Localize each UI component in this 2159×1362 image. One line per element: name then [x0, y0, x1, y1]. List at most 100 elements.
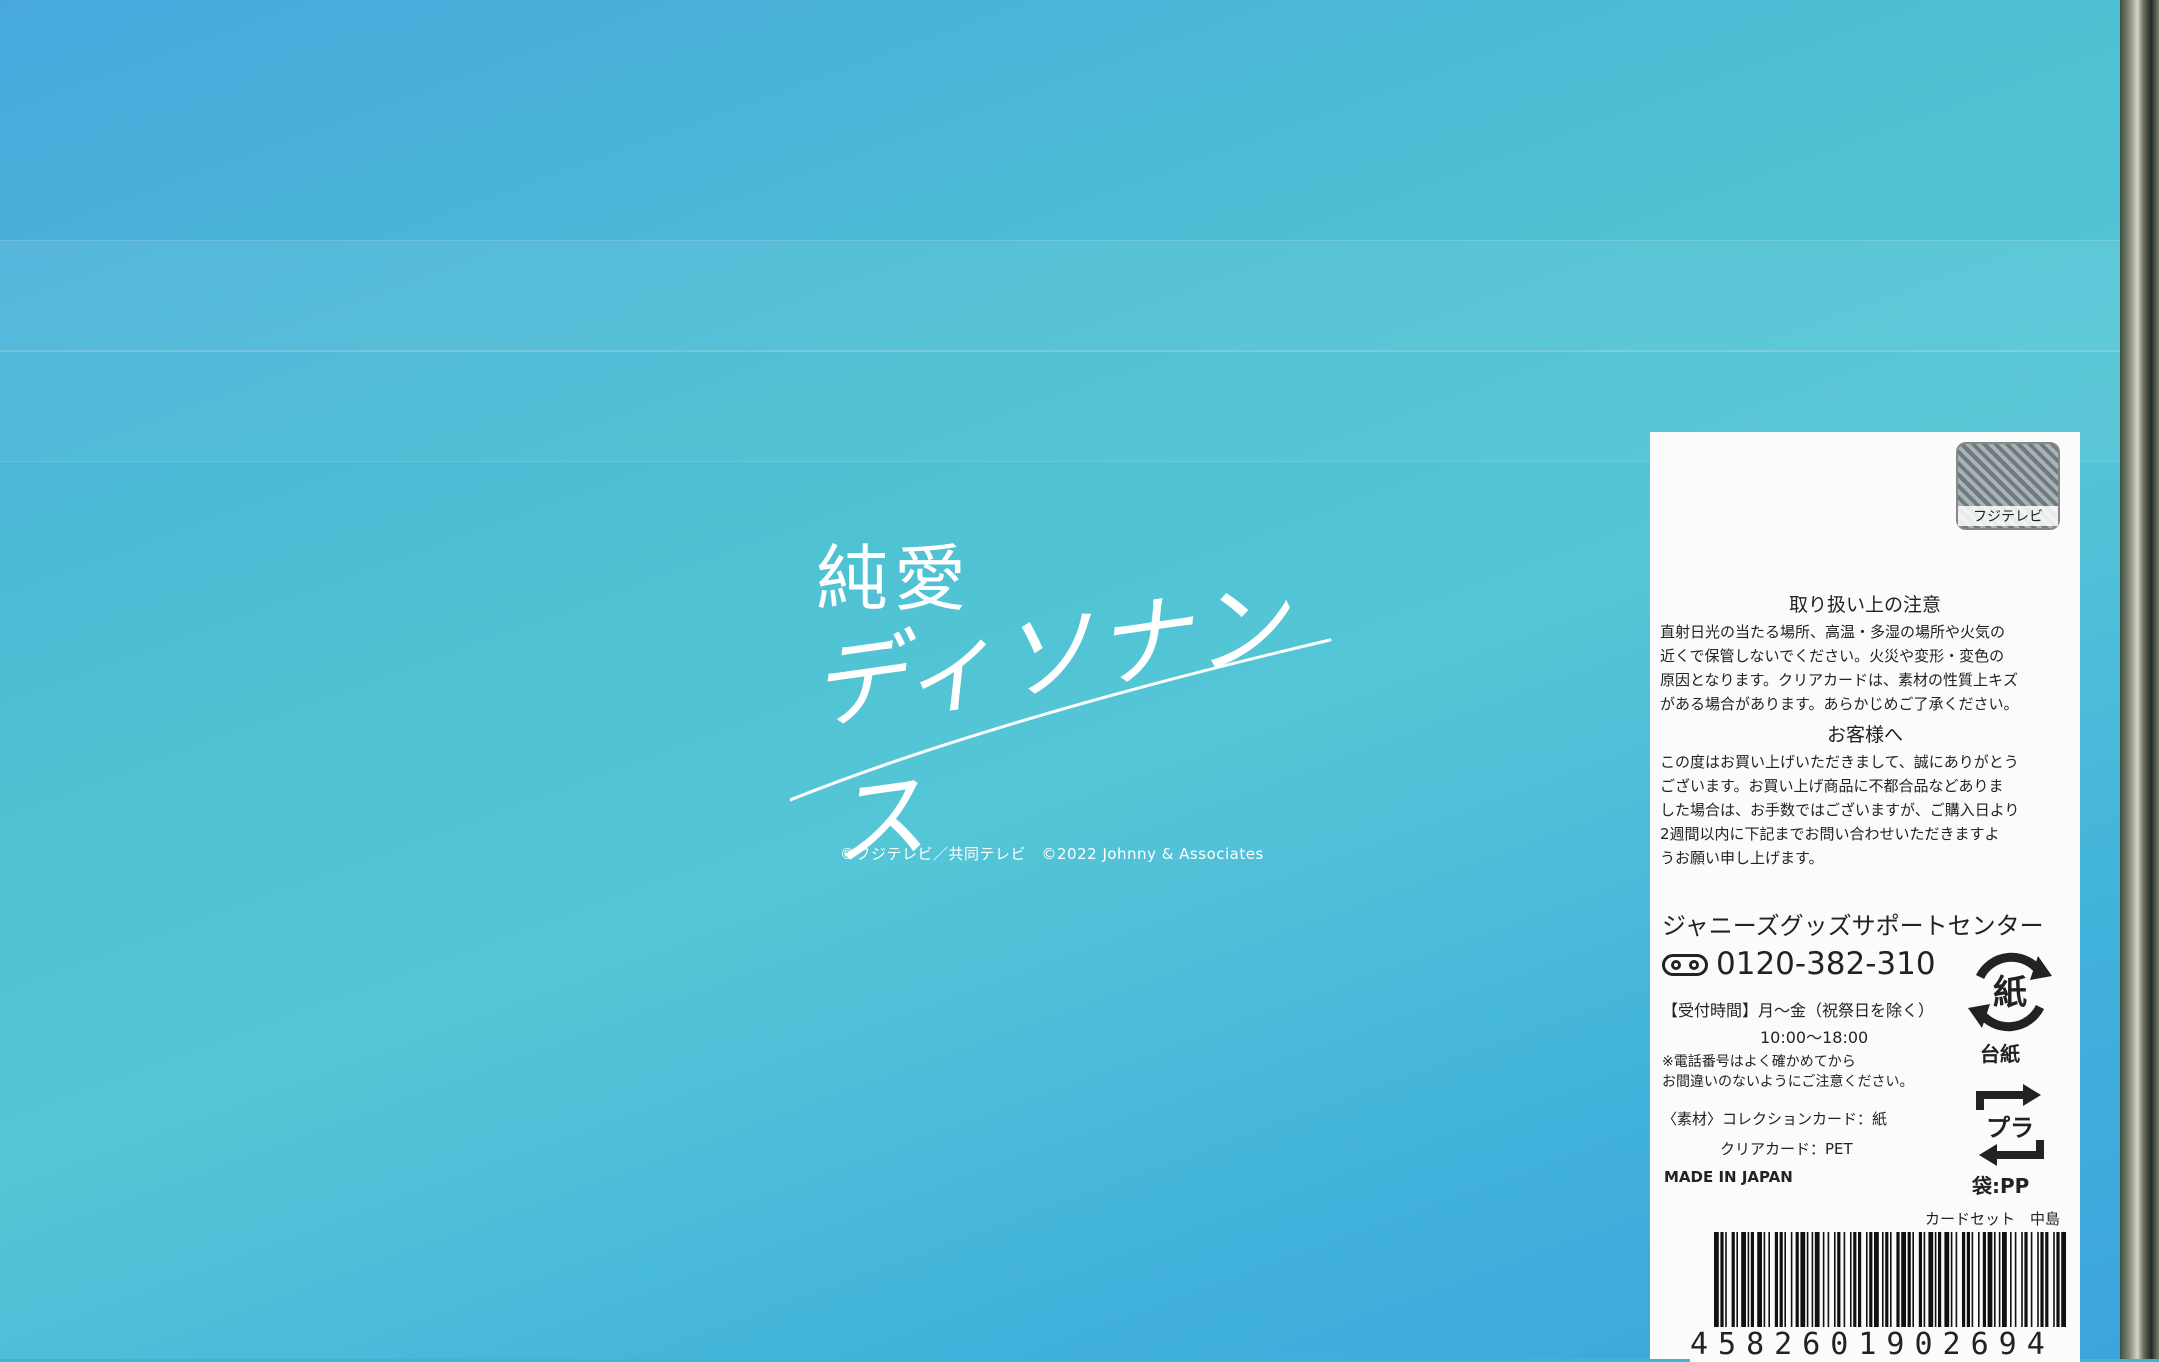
barcode-bar: [1938, 1232, 1942, 1342]
barcode-bar: [1800, 1232, 1806, 1342]
barcode-bar: [1912, 1232, 1914, 1342]
barcode-bar: [1736, 1232, 1738, 1342]
barcode-bar: [1962, 1232, 1966, 1342]
barcode-bar: [1741, 1232, 1746, 1342]
barcode-bar: [1725, 1232, 1727, 1342]
barcode-bar: [1928, 1232, 1934, 1342]
barcode-bar: [2014, 1232, 2017, 1342]
barcode-bar: [2010, 1232, 2012, 1342]
barcode-bar: [2030, 1232, 2033, 1342]
barcode-bar: [1853, 1232, 1857, 1342]
barcode-bar: [1987, 1232, 1993, 1342]
barcode-bar: [1822, 1232, 1825, 1342]
paper-recycle-icon: 紙: [1968, 952, 2052, 1032]
barcode-bar: [1834, 1232, 1836, 1342]
barcode-bar: [2056, 1232, 2060, 1342]
plastic-recycle-mark: プラ: [1986, 1114, 2034, 1142]
caution-line: 原因となります。クリアカードは、素材の性質上キズ: [1660, 671, 2019, 689]
barcode-digits: 4582601902694: [1690, 1327, 2080, 1362]
paper-recycle-mark: 紙: [1993, 973, 2027, 1013]
barcode-bar: [1934, 1232, 1937, 1342]
barcode-bar: [2021, 1232, 2023, 1342]
barcode-bar: [1923, 1232, 1926, 1342]
hologram-sticker: フジテレビ: [1956, 442, 2060, 530]
barcode-bar: [1850, 1232, 1852, 1342]
barcode-bar: [2053, 1232, 2055, 1342]
barcode-bar: [1994, 1232, 1996, 1342]
barcode-bar: [1790, 1232, 1793, 1342]
customer-line: ございます。お買い上げ商品に不都合品などありま: [1660, 777, 2004, 795]
phone-note: ※電話番号はよく確かめてから お間違いのないようにご注意ください。: [1662, 1052, 1962, 1092]
customer-line: うお願い申し上げます。: [1660, 849, 1824, 867]
barcode-bar: [2002, 1232, 2007, 1342]
phone-number: 0120-382-310: [1716, 946, 1936, 982]
barcode-bar: [1827, 1232, 1830, 1342]
freedial-icon: [1662, 954, 1708, 976]
hologram-text: フジテレビ: [1958, 506, 2058, 526]
barcode-bar: [1896, 1232, 1900, 1342]
customer-line: 2週間以内に下記までお問い合わせいただきますよ: [1660, 825, 2000, 843]
barcode-bar: [1978, 1232, 1980, 1342]
barcode-bar: [1882, 1232, 1884, 1342]
barcode-bar: [2040, 1232, 2044, 1342]
barcode-bar: [1731, 1232, 1735, 1342]
barcode-bar: [1806, 1232, 1809, 1342]
barcode-bar: [1784, 1232, 1786, 1342]
barcode-bar: [2037, 1232, 2039, 1342]
plastic-recycle-icon: プラ: [1976, 1084, 2044, 1166]
barcode-bar: [1858, 1232, 1862, 1342]
barcode-bar: [1971, 1232, 1974, 1342]
barcode-bar: [1779, 1232, 1783, 1342]
note-line: お間違いのないようにご注意ください。: [1662, 1074, 1914, 1090]
title-swash-line: [790, 638, 1332, 802]
barcode-bar: [1774, 1232, 1778, 1342]
barcode-bar: [2045, 1232, 2049, 1342]
barcode-bar: [1814, 1232, 1820, 1342]
barcode-bar: [1843, 1232, 1846, 1342]
customer-line: した場合は、お手数ではございますが、ご購入日より: [1660, 801, 2020, 819]
caution-text: 直射日光の当たる場所、高温・多湿の場所や火気の 近くで保管しないでください。火災…: [1660, 620, 2075, 716]
note-line: ※電話番号はよく確かめてから: [1662, 1054, 1856, 1070]
barcode-bar: [1998, 1232, 2001, 1342]
barcode-bar: [1811, 1232, 1814, 1342]
barcode-bar: [1866, 1232, 1868, 1342]
reception-time: 10:00〜18:00: [1760, 1028, 1869, 1047]
customer-heading: お客様へ: [1826, 724, 1903, 746]
material-card: 〈素材〉コレクションカード：紙: [1662, 1110, 1888, 1128]
barcode-bar: [1763, 1232, 1766, 1342]
barcode-bar: [1950, 1232, 1953, 1342]
barcode-bar: [2061, 1232, 2066, 1342]
barcode-bar: [1918, 1232, 1922, 1342]
support-center-name: ジャニーズグッズサポートセンター: [1662, 912, 2044, 940]
customer-line: この度はお買い上げいただきまして、誠にありがとう: [1660, 753, 2019, 771]
barcode-bar: [1795, 1232, 1799, 1342]
caution-heading: 取り扱い上の注意: [1788, 594, 1941, 616]
barcode-bar: [1944, 1232, 1950, 1342]
barcode-bar: [1747, 1232, 1750, 1342]
barcode-bar: [1907, 1232, 1911, 1342]
barcode-bar: [2024, 1232, 2028, 1342]
material-clear-card: クリアカード：PET: [1720, 1140, 1853, 1158]
barcode-bar: [1890, 1232, 1892, 1342]
barcode-bar: [1757, 1232, 1762, 1342]
foil-edge: [2120, 0, 2159, 1359]
customer-text: この度はお買い上げいただきまして、誠にありがとう ございます。お買い上げ商品に不…: [1660, 750, 2075, 870]
barcode-bar: [1901, 1232, 1906, 1342]
product-name: カードセット 中島: [1924, 1210, 2060, 1228]
barcode-bar: [1768, 1232, 1770, 1342]
barcode-bar: [1869, 1232, 1873, 1342]
shrink-wrap-band: [0, 240, 2120, 352]
barcode: [1714, 1232, 2066, 1342]
plastic-recycle-label: 袋:PP: [1972, 1174, 2030, 1198]
barcode-bar: [1885, 1232, 1889, 1342]
caution-line: 近くで保管しないでください。火災や変形・変色の: [1660, 647, 2005, 665]
barcode-bar: [1837, 1232, 1841, 1342]
barcode-bar: [1720, 1232, 1724, 1342]
reception-hours: 【受付時間】月〜金（祝祭日を除く）: [1662, 1001, 1935, 1020]
barcode-bar: [1750, 1232, 1754, 1342]
copyright-text: ©フジテレビ／共同テレビ ©2022 Johnny & Associates: [840, 845, 1264, 863]
made-in-label: MADE IN JAPAN: [1664, 1168, 1793, 1186]
barcode-bar: [1966, 1232, 1970, 1342]
barcode-bar: [1955, 1232, 1958, 1342]
barcode-bar: [1714, 1232, 1719, 1342]
